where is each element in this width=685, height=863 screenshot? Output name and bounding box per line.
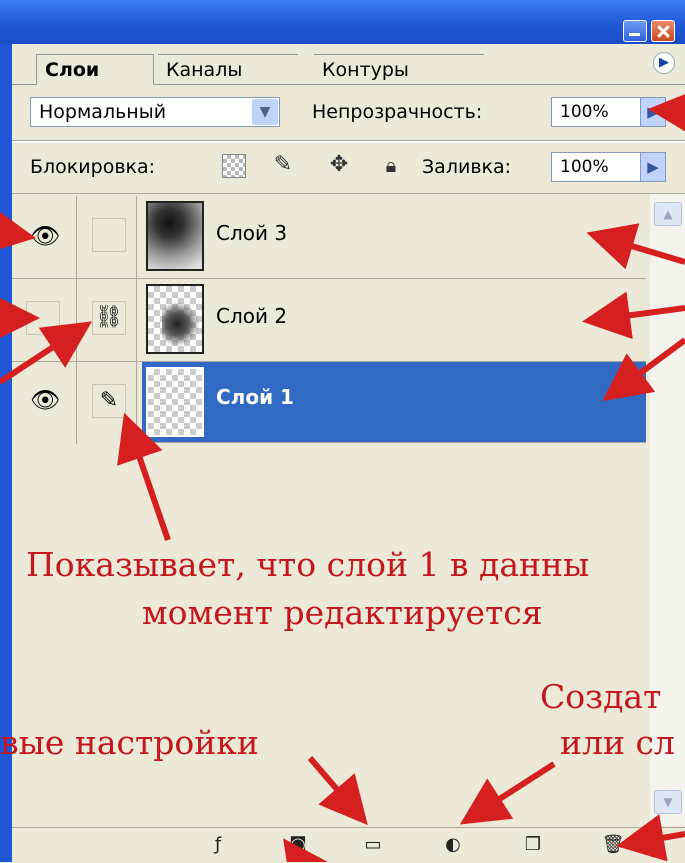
new-group-icon[interactable]: ▭ [360,834,386,856]
fill-input[interactable]: 100% [551,152,641,182]
visibility-cell[interactable]: 👁︎ [12,196,77,278]
toolbar-divider [12,140,685,143]
chain-icon[interactable]: ⛓︎ [92,301,126,335]
lock-transparency-icon[interactable] [222,154,246,178]
layer-row-1-selected[interactable]: Слой 1 [142,362,646,443]
layer-name: Слой 2 [216,304,288,328]
new-layer-icon[interactable]: ❐ [520,834,546,856]
scroll-up-icon[interactable]: ▲ [654,202,682,226]
layer-thumbnail [146,284,204,354]
layer-name: Слой 3 [216,221,288,245]
annotation-create-line1: Создат [540,677,662,716]
fill-label: Заливка: [422,156,512,178]
panel-tabs: Слои Каналы Контуры [12,44,685,85]
opacity-input[interactable]: 100% [551,97,641,127]
opacity-slider-arrow-icon[interactable]: ▶ [640,97,666,127]
link-cell[interactable] [78,196,137,278]
tab-layers[interactable]: Слои [36,54,154,85]
fill-slider-arrow-icon[interactable]: ▶ [640,152,666,182]
scroll-down-icon[interactable]: ▼ [654,790,682,814]
blend-mode-select[interactable]: Нормальный ▼ [30,97,280,127]
layer-thumbnail [146,201,204,271]
panel-menu-icon[interactable]: ▶ [653,52,675,74]
annotation-create-line2: или сл [560,723,675,762]
layer-style-icon[interactable]: ƒ [205,834,231,856]
adjustment-layer-icon[interactable]: ◐ [440,834,466,856]
visibility-cell[interactable]: 👁︎ [12,362,77,444]
lock-move-icon[interactable]: ✥ [326,152,352,178]
lock-all-icon[interactable]: 🔒︎ [378,152,404,178]
layer-thumbnail [146,367,204,437]
empty-link-box [92,218,126,252]
link-cell[interactable]: ⛓︎ [78,279,137,361]
window-titlebar [0,0,685,44]
tab-paths[interactable]: Контуры [314,54,484,84]
annotation-editing-line2: момент редактируется [142,593,543,632]
tab-channels[interactable]: Каналы [158,54,298,84]
bottom-toolbar [12,827,685,863]
lock-label: Блокировка: [30,156,156,178]
eye-icon[interactable]: 👁︎ [30,386,60,414]
eye-icon[interactable]: 👁︎ [30,222,60,250]
blend-mode-value: Нормальный [39,101,167,123]
close-button[interactable] [651,20,675,42]
layer-name: Слой 1 [216,385,294,409]
visibility-cell[interactable] [12,279,77,361]
minimize-button[interactable] [623,20,647,42]
empty-visibility-box [26,301,60,335]
annotation-settings: вые настройки [0,723,259,762]
link-cell[interactable]: ✎ [78,362,137,444]
chevron-down-icon[interactable]: ▼ [252,99,278,125]
add-mask-icon[interactable]: ◙ [285,834,311,856]
lock-brush-icon[interactable]: ✎ [270,152,296,178]
trash-icon[interactable]: 🗑︎ [600,834,626,856]
annotation-editing-line1: Показывает, что слой 1 в данны [26,545,590,584]
opacity-label: Непрозрачность: [312,101,483,123]
brush-icon[interactable]: ✎ [92,384,126,418]
